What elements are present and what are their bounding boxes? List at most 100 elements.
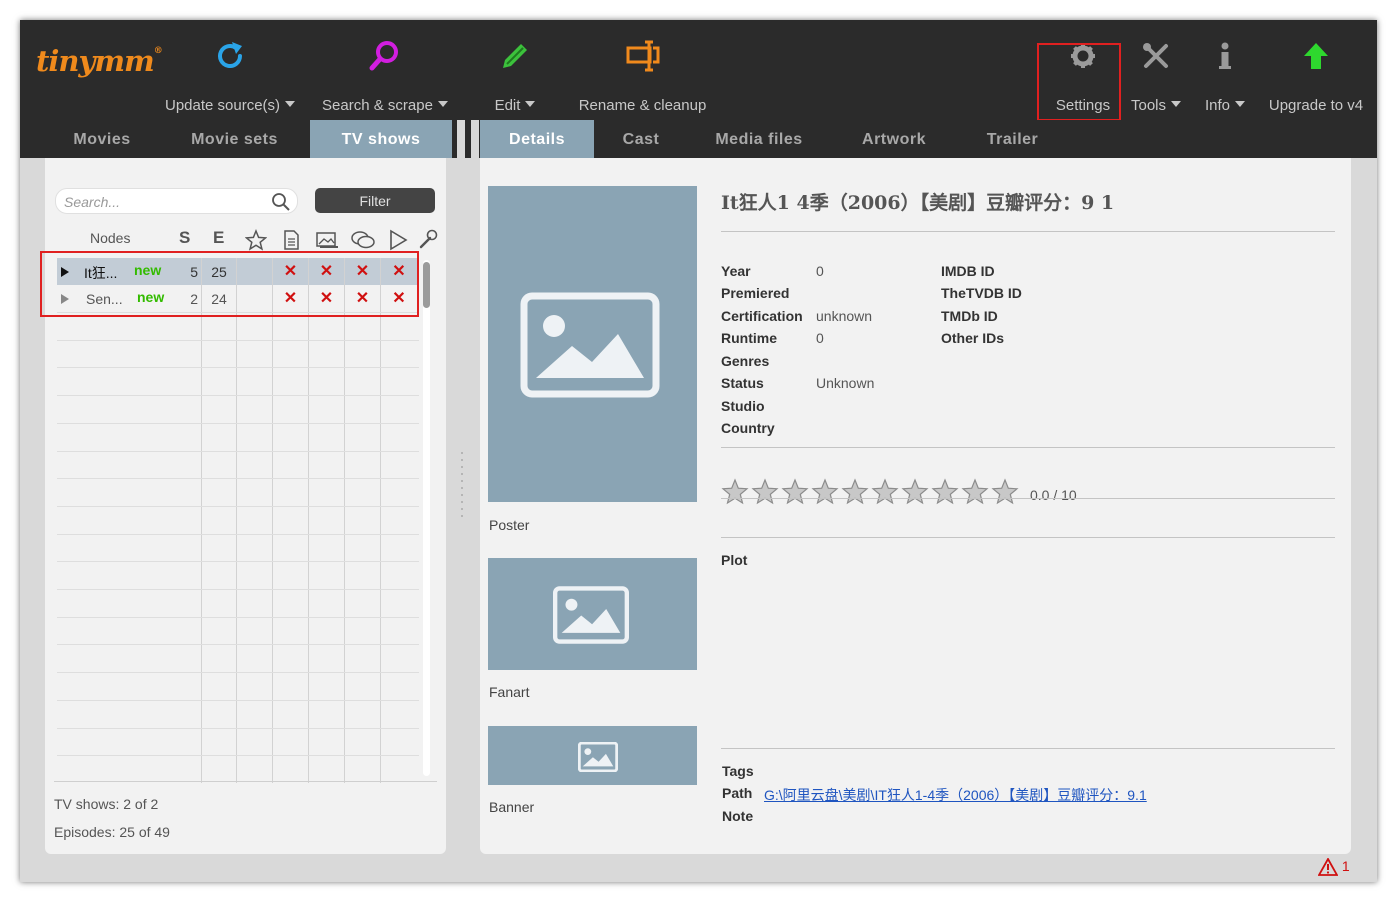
empty-cell (236, 590, 237, 617)
empty-cell (272, 617, 273, 645)
empty-cell (380, 645, 381, 673)
empty-cell (380, 562, 381, 590)
tab-divider (457, 120, 465, 158)
image-placeholder-icon (520, 292, 660, 398)
path-link[interactable]: G:\阿里云盘\美剧\IT狂人1-4季（2006）【美剧】豆瓣评分：9.1 (764, 785, 1147, 805)
empty-cell (308, 313, 309, 340)
seasons-column-header[interactable]: S (179, 228, 190, 252)
star-icon[interactable] (751, 478, 779, 506)
star-icon[interactable] (811, 478, 839, 506)
empty-cell (201, 451, 202, 479)
star-icon[interactable] (991, 478, 1019, 506)
empty-cell (236, 728, 237, 756)
empty-row (57, 755, 419, 784)
empty-cell (272, 506, 273, 534)
images-column-icon[interactable] (315, 230, 339, 250)
filter-button[interactable]: Filter (315, 188, 435, 213)
empty-row (57, 727, 419, 756)
tab-trailer[interactable]: Trailer (965, 120, 1060, 158)
imdb-id-label: IMDB ID (941, 263, 995, 279)
empty-cell (272, 479, 273, 507)
empty-cell (380, 479, 381, 507)
empty-cell (344, 728, 345, 756)
star-icon[interactable] (931, 478, 959, 506)
tools-button[interactable]: Tools (1126, 20, 1186, 120)
upgrade-button[interactable]: Upgrade to v4 (1266, 20, 1366, 120)
search-box[interactable] (55, 188, 298, 214)
tab-movies[interactable]: Movies (55, 120, 149, 158)
image-placeholder-icon (553, 586, 629, 644)
tab-movie-sets[interactable]: Movie sets (172, 120, 297, 158)
app-logo: tinymm® (36, 44, 163, 78)
splitter-handle[interactable] (460, 450, 464, 520)
banner-label: Banner (489, 799, 535, 815)
empty-cell (308, 340, 309, 368)
empty-cell (201, 506, 202, 534)
warning-indicator[interactable]: 1 (1317, 857, 1350, 877)
status-label: Status (721, 375, 764, 391)
scrollbar-thumb[interactable] (423, 262, 430, 308)
tab-tv-shows[interactable]: TV shows (310, 120, 452, 158)
star-column-icon[interactable] (245, 229, 267, 251)
trailer-column-icon[interactable] (388, 229, 408, 251)
empty-cell (308, 756, 309, 784)
warning-count: 1 (1341, 858, 1350, 874)
nfo-column-icon[interactable] (281, 229, 301, 251)
star-icon[interactable] (871, 478, 899, 506)
episodes-column-header[interactable]: E (213, 228, 224, 252)
search-input[interactable] (62, 192, 266, 212)
tab-bar: Movies Movie sets TV shows Details Cast … (20, 120, 1377, 158)
empty-cell (272, 645, 273, 673)
poster-image[interactable] (488, 186, 697, 502)
wrench-icon (1143, 43, 1168, 68)
empty-cell (380, 313, 381, 340)
search-scrape-button[interactable]: Search & scrape (320, 20, 450, 120)
star-icon[interactable] (721, 478, 749, 506)
settings-highlight-box (1037, 43, 1121, 121)
search-icon[interactable] (271, 192, 291, 212)
note-label: Note (722, 808, 754, 824)
star-icon[interactable] (841, 478, 869, 506)
empty-row (57, 672, 419, 701)
status-value: Unknown (816, 375, 875, 391)
banner-image[interactable] (488, 726, 697, 785)
empty-cell (201, 479, 202, 507)
list-scrollbar[interactable] (423, 260, 430, 776)
empty-cell (308, 700, 309, 728)
tab-details[interactable]: Details (480, 120, 594, 158)
tools-label: Tools (1130, 97, 1167, 114)
star-icon[interactable] (781, 478, 809, 506)
arrow-up-icon (1304, 43, 1328, 69)
divider (721, 748, 1335, 749)
subtitles-column-icon[interactable] (350, 230, 376, 250)
wrench-column-icon[interactable] (417, 228, 439, 250)
star-icon[interactable] (961, 478, 989, 506)
empty-cell (308, 562, 309, 590)
empty-cell (344, 423, 345, 451)
empty-cell (201, 562, 202, 590)
tab-cast[interactable]: Cast (600, 120, 682, 158)
rename-icon (626, 40, 659, 72)
tmdb-id-label: TMDb ID (941, 308, 998, 324)
rename-cleanup-label: Rename & cleanup (578, 97, 707, 114)
tags-label: Tags (722, 763, 754, 779)
country-label: Country (721, 420, 775, 436)
rename-cleanup-button[interactable]: Rename & cleanup (575, 20, 710, 120)
divider (54, 781, 437, 782)
episodes-count-summary: Episodes: 25 of 49 (54, 824, 170, 840)
empty-row (57, 395, 419, 424)
star-icon[interactable] (901, 478, 929, 506)
edit-button[interactable]: Edit (485, 20, 545, 120)
empty-cell (380, 590, 381, 617)
tab-artwork[interactable]: Artwork (838, 120, 950, 158)
chevron-down-icon (285, 101, 296, 108)
info-button[interactable]: Info (1200, 20, 1250, 120)
tvdb-id-label: TheTVDB ID (941, 285, 1022, 301)
tab-media-files[interactable]: Media files (698, 120, 820, 158)
fanart-image[interactable] (488, 558, 697, 670)
empty-cell (344, 451, 345, 479)
certification-value: unknown (816, 308, 873, 324)
empty-cell (344, 756, 345, 784)
empty-cell (201, 645, 202, 673)
update-sources-button[interactable]: Update source(s) (165, 20, 296, 120)
